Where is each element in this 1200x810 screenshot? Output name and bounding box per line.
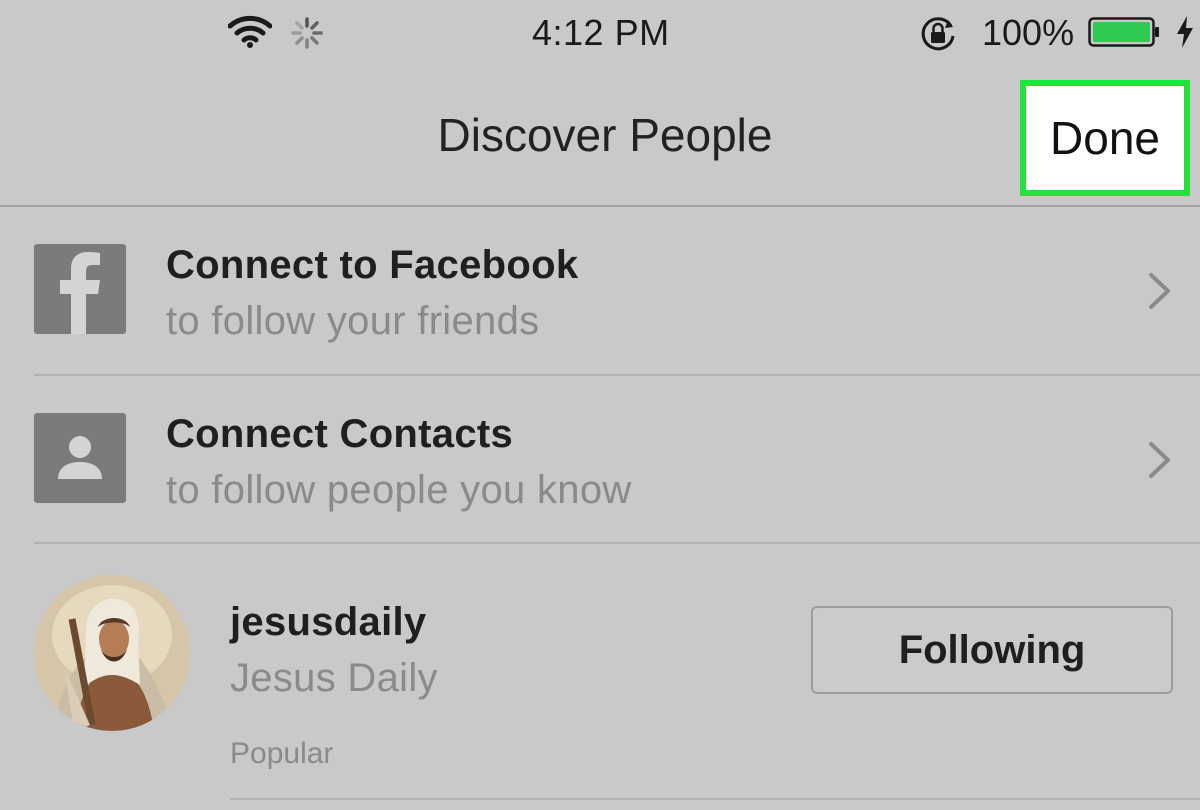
following-button[interactable]: Following: [811, 606, 1173, 694]
avatar[interactable]: [34, 575, 190, 731]
row-title: Connect to Facebook: [166, 243, 579, 287]
full-name: Jesus Daily: [230, 656, 438, 700]
chevron-right-icon: [1149, 442, 1170, 478]
status-time: 4:12 PM: [532, 12, 670, 53]
contact-icon: [34, 413, 126, 503]
battery-percentage: 100%: [982, 12, 1075, 53]
wifi-icon: [228, 15, 272, 48]
battery-icon: [1088, 17, 1159, 47]
done-button[interactable]: Done: [1020, 80, 1190, 196]
charging-bolt-icon: [1177, 16, 1193, 48]
connect-contacts-row[interactable]: Connect Contacts to follow people you kn…: [0, 376, 1200, 544]
row-divider: [34, 542, 1200, 544]
suggestion-reason: Popular: [230, 737, 334, 770]
orientation-lock-icon: [921, 17, 955, 51]
chevron-right-icon: [1149, 273, 1170, 309]
row-subtitle: to follow people you know: [166, 468, 632, 512]
username[interactable]: jesusdaily: [230, 600, 426, 645]
activity-spinner-icon: [291, 17, 323, 49]
row-title: Connect Contacts: [166, 412, 514, 456]
row-subtitle: to follow your friends: [166, 299, 540, 343]
connect-facebook-row[interactable]: Connect to Facebook to follow your frien…: [0, 207, 1200, 375]
facebook-icon: [34, 244, 126, 334]
row-divider: [230, 798, 1200, 800]
status-bar: 4:12 PM 100%: [0, 0, 1200, 70]
